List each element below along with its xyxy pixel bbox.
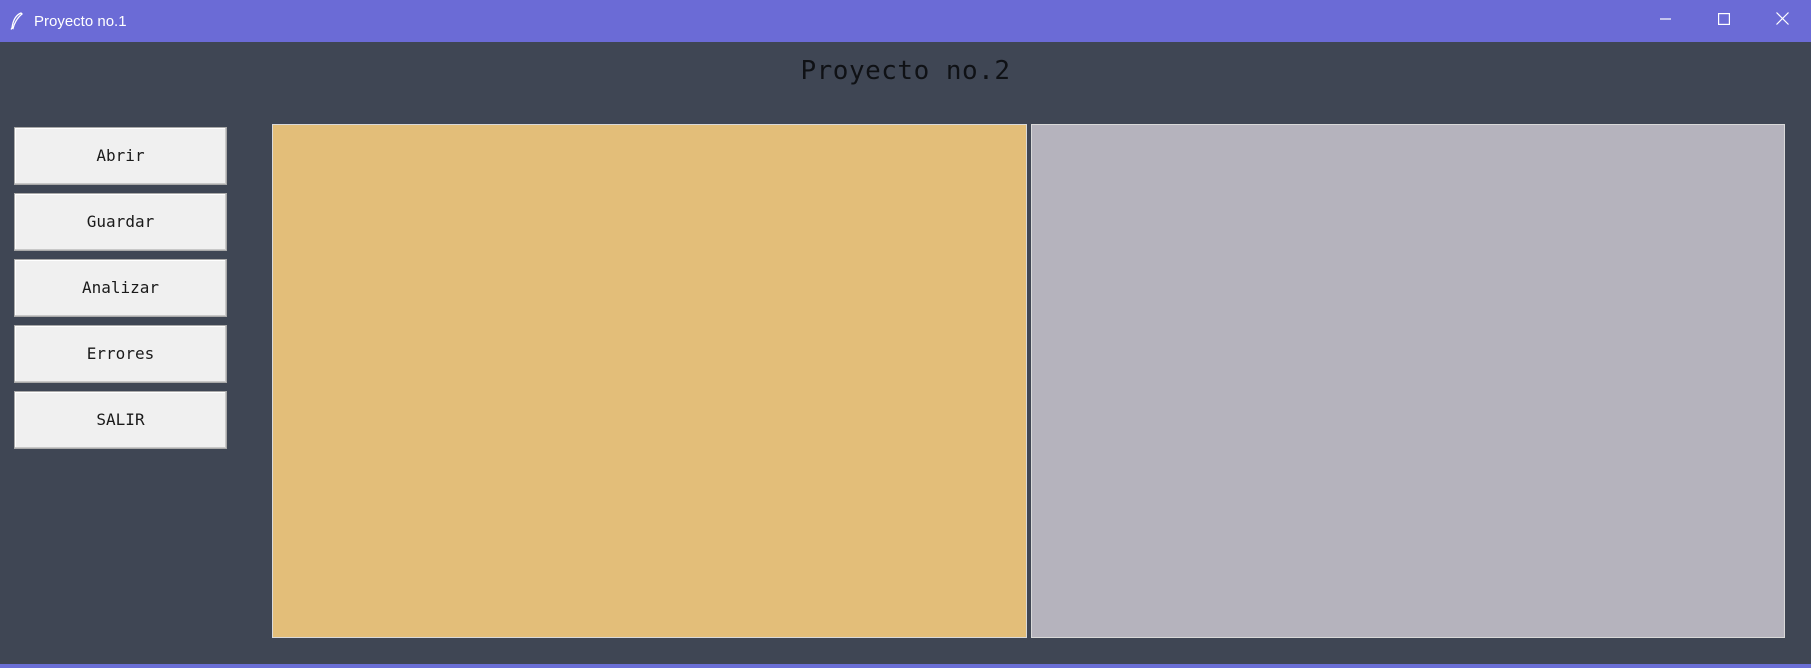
title-bar[interactable]: Proyecto no.1 <box>0 0 1811 42</box>
sidebar: Abrir Guardar Analizar Errores SALIR <box>14 127 227 457</box>
minimize-icon <box>1660 12 1672 30</box>
close-button[interactable] <box>1753 0 1811 42</box>
maximize-icon <box>1718 12 1731 30</box>
analyze-button[interactable]: Analizar <box>14 259 227 317</box>
maximize-button[interactable] <box>1695 0 1753 42</box>
exit-button[interactable]: SALIR <box>14 391 227 449</box>
feather-icon <box>0 0 34 42</box>
save-button[interactable]: Guardar <box>14 193 227 251</box>
window-title: Proyecto no.1 <box>34 12 127 30</box>
input-text-area[interactable] <box>272 124 1027 638</box>
input-text-content <box>273 125 1026 133</box>
open-button[interactable]: Abrir <box>14 127 227 185</box>
window-controls <box>1637 0 1811 42</box>
errors-button[interactable]: Errores <box>14 325 227 383</box>
minimize-button[interactable] <box>1637 0 1695 42</box>
page-title: Proyecto no.2 <box>800 56 1011 86</box>
output-text-area[interactable] <box>1031 124 1785 638</box>
app-window: Proyecto no.1 Proyecto no.2 Abrir Guarda… <box>0 0 1811 666</box>
close-icon <box>1775 12 1789 30</box>
output-text-content <box>1032 125 1784 133</box>
